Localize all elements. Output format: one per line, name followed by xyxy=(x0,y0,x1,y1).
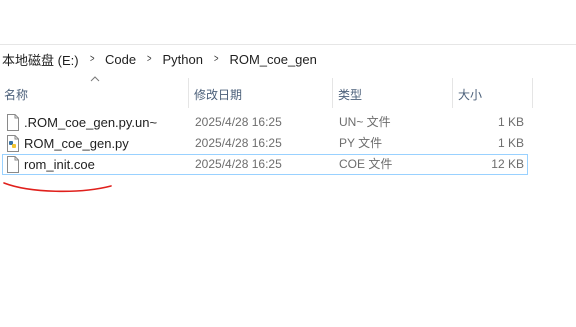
file-size: 1 KB xyxy=(497,115,524,129)
column-header-row: 名称 修改日期 类型 大小 xyxy=(0,74,576,110)
file-type: COE 文件 xyxy=(339,157,393,171)
file-icon xyxy=(7,114,19,131)
python-file-icon xyxy=(7,135,19,152)
red-underline-annotation xyxy=(3,182,112,193)
file-type: UN~ 文件 xyxy=(339,115,391,129)
breadcrumb-item-python[interactable]: Python xyxy=(159,52,207,67)
breadcrumb-item-drive[interactable]: 本地磁盘 (E:) xyxy=(0,50,83,69)
file-size: 1 KB xyxy=(497,136,524,150)
file-modified-date: 2025/4/28 16:25 xyxy=(195,157,282,171)
breadcrumb-item-current-folder[interactable]: ROM_coe_gen xyxy=(225,52,320,67)
chevron-right-icon[interactable]: > xyxy=(85,53,98,65)
column-header-name[interactable]: 名称 xyxy=(0,82,188,106)
file-icon xyxy=(7,156,19,173)
column-divider[interactable] xyxy=(188,78,189,108)
file-name: ROM_coe_gen.py xyxy=(24,136,129,151)
file-modified-date: 2025/4/28 16:25 xyxy=(195,115,282,129)
column-divider[interactable] xyxy=(332,78,333,108)
file-size: 12 KB xyxy=(491,157,524,171)
file-row[interactable]: ROM_coe_gen.py 2025/4/28 16:25 PY 文件 1 K… xyxy=(2,133,528,154)
file-modified-date: 2025/4/28 16:25 xyxy=(195,136,282,150)
breadcrumb-item-code[interactable]: Code xyxy=(101,52,140,67)
chevron-right-icon[interactable]: > xyxy=(143,53,156,65)
file-type: PY 文件 xyxy=(339,136,383,150)
file-row[interactable]: .ROM_coe_gen.py.un~ 2025/4/28 16:25 UN~ … xyxy=(2,112,528,133)
chevron-right-icon[interactable]: > xyxy=(210,53,223,65)
file-row-selected[interactable]: rom_init.coe 2025/4/28 16:25 COE 文件 12 K… xyxy=(2,154,528,175)
column-header-size[interactable]: 大小 xyxy=(454,82,530,106)
file-name: .ROM_coe_gen.py.un~ xyxy=(24,115,158,130)
column-divider[interactable] xyxy=(532,78,533,108)
file-name: rom_init.coe xyxy=(24,157,95,172)
column-header-type[interactable]: 类型 xyxy=(334,82,452,106)
column-divider[interactable] xyxy=(452,78,453,108)
column-header-date[interactable]: 修改日期 xyxy=(190,82,332,106)
breadcrumb[interactable]: 本地磁盘 (E:) > Code > Python > ROM_coe_gen xyxy=(0,45,576,73)
